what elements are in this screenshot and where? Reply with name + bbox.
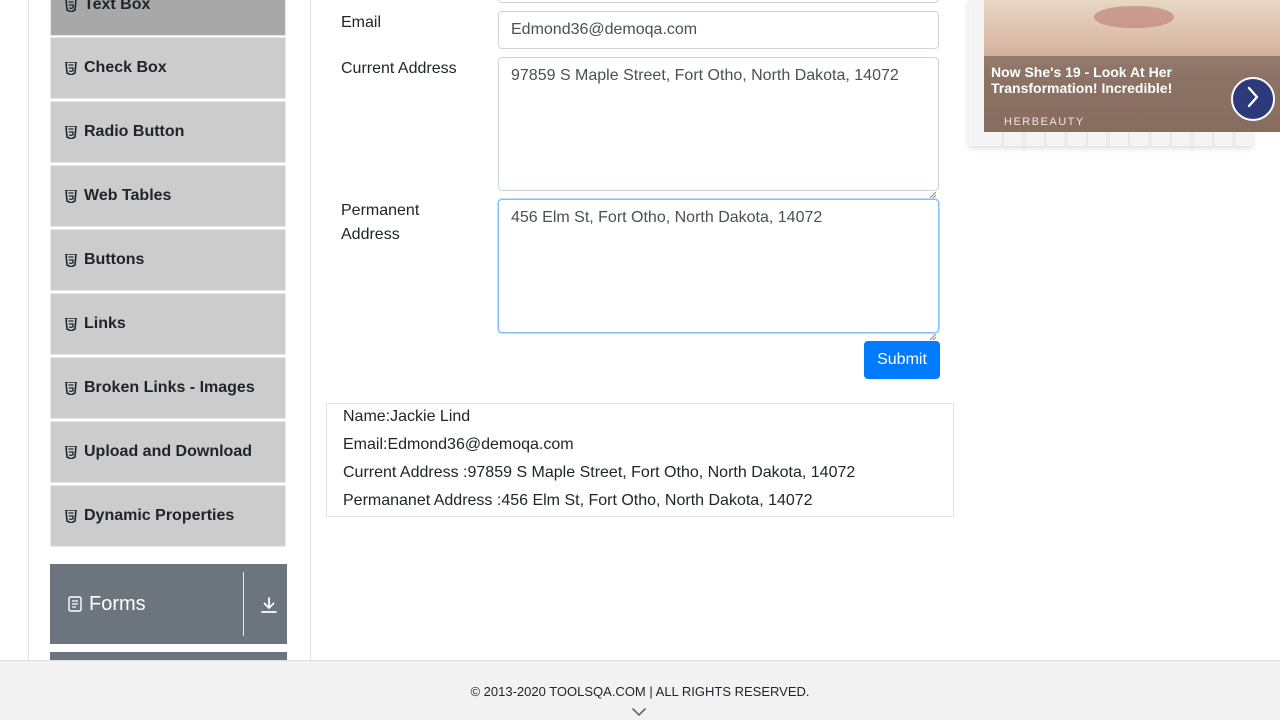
form-icon [68,596,82,612]
ad-title[interactable]: Now She's 19 - Look At Her Transformatio… [991,64,1211,96]
group-header-divider [243,572,244,636]
html5-icon [65,445,77,459]
sidebar-item-radio-button[interactable]: Radio Button [50,101,286,163]
footer: © 2013-2020 TOOLSQA.COM | ALL RIGHTS RES… [0,660,1280,720]
sidebar-item-label: Dynamic Properties [84,507,235,524]
sidebar-group-forms[interactable]: Forms [50,564,287,644]
sidebar-item-check-box[interactable]: Check Box [50,37,286,99]
sidebar-item-buttons[interactable]: Buttons [50,229,286,291]
ad-brand: HERBEAUTY [1004,116,1085,128]
sidebar-item-label: Text Box [84,0,151,13]
resize-grip-icon[interactable] [929,324,937,341]
chevron-down-icon[interactable] [631,705,647,717]
full-name-field-edge [498,0,939,3]
sidebar-item-label: Upload and Download [84,443,252,460]
html5-icon [65,381,77,395]
ad-footer-pattern [984,132,1252,146]
sidebar-item-links[interactable]: Links [50,293,286,355]
html5-icon [65,253,77,267]
column-divider-right [310,0,311,660]
footer-copyright: © 2013-2020 TOOLSQA.COM | ALL RIGHTS RES… [470,684,810,699]
sidebar-item-web-tables[interactable]: Web Tables [50,165,286,227]
output-panel: Name:Jackie Lind Email:Edmond36@demoqa.c… [326,403,954,517]
email-label: Email [341,14,382,31]
permanent-address-label: Permanent Address [341,199,419,247]
sidebar-item-label: Buttons [84,251,145,268]
sidebar-item-label: Check Box [84,59,167,76]
sidebar-group-label: Forms [89,592,146,615]
current-address-textarea[interactable]: 97859 S Maple Street, Fort Otho, North D… [498,57,939,199]
sidebar-item-broken-links-images[interactable]: Broken Links - Images [50,357,286,419]
sidebar-item-text-box[interactable]: Text Box [50,0,286,36]
resize-grip-icon[interactable] [929,182,937,199]
output-current-address: Current Address :97859 S Maple Street, F… [343,464,856,481]
html5-icon [65,61,77,75]
permanent-address-value: 456 Elm St, Fort Otho, North Dakota, 140… [511,209,823,226]
email-field[interactable]: Edmond36@demoqa.com [498,11,939,49]
download-arrow-icon[interactable] [260,596,278,614]
page: Text Box Check Box Radio Button Web Tabl… [0,0,1280,720]
sidebar-item-dynamic-properties[interactable]: Dynamic Properties [50,485,286,547]
output-name: Name:Jackie Lind [343,408,471,425]
column-divider-left [28,0,29,660]
chevron-right-icon [1246,86,1260,113]
permanent-address-textarea[interactable]: 456 Elm St, Fort Otho, North Dakota, 140… [498,199,939,341]
html5-icon [65,0,77,12]
sidebar-item-label: Links [84,315,126,332]
sidebar-item-label: Radio Button [84,123,185,140]
ad-card[interactable]: Now She's 19 - Look At Her Transformatio… [969,0,1280,146]
permanent-address-label-line2: Address [341,226,400,243]
output-email: Email:Edmond36@demoqa.com [343,436,574,453]
ad-next-button[interactable] [1231,77,1275,121]
permanent-address-label-line1: Permanent [341,202,420,219]
current-address-value: 97859 S Maple Street, Fort Otho, North D… [511,67,899,84]
sidebar-item-upload-and-download[interactable]: Upload and Download [50,421,286,483]
html5-icon [65,317,77,331]
submit-button[interactable]: Submit [864,341,940,379]
html5-icon [65,125,77,139]
ad-photo-detail [1094,6,1174,28]
email-field-value: Edmond36@demoqa.com [511,21,698,38]
html5-icon [65,189,77,203]
html5-icon [65,509,77,523]
sidebar-item-label: Broken Links - Images [84,379,255,396]
sidebar-item-label: Web Tables [84,187,172,204]
current-address-label: Current Address [341,60,457,77]
output-permanent-address: Permananet Address :456 Elm St, Fort Oth… [343,492,813,509]
